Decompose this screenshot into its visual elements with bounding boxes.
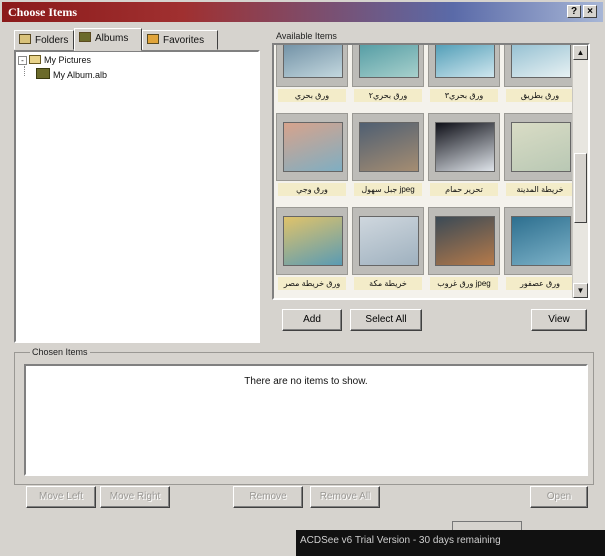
tab-albums[interactable]: Albums bbox=[74, 28, 142, 51]
tab-favorites-label: Favorites bbox=[163, 35, 205, 46]
thumbnail-item[interactable]: ورق وجي bbox=[276, 113, 348, 196]
help-button[interactable]: ? bbox=[567, 5, 581, 18]
album-tree[interactable]: - My Pictures My Album.alb bbox=[14, 50, 260, 343]
thumbnail-image bbox=[435, 122, 495, 172]
thumbnail-item[interactable]: ورق بحري۲ bbox=[352, 45, 424, 102]
scroll-down-button[interactable]: ▼ bbox=[573, 283, 588, 298]
thumbnail-frame bbox=[352, 45, 424, 87]
tree-item-my-pictures[interactable]: - My Pictures bbox=[18, 55, 91, 67]
remove-button[interactable]: Remove bbox=[233, 486, 303, 508]
thumbnail-caption: تحرير حمام bbox=[430, 183, 498, 196]
thumbnail-image bbox=[511, 45, 571, 78]
thumbnail-image bbox=[511, 216, 571, 266]
folder-icon bbox=[29, 55, 41, 64]
add-button[interactable]: Add bbox=[282, 309, 342, 331]
available-items-label: Available Items bbox=[276, 31, 337, 41]
thumbnail-image bbox=[359, 216, 419, 266]
empty-message: There are no items to show. bbox=[244, 376, 368, 387]
thumbnail-caption: ورق غروب jpeg bbox=[430, 277, 498, 290]
thumbnail-image bbox=[359, 45, 419, 78]
thumbnail-item[interactable]: خريطة المدينة bbox=[504, 113, 576, 196]
open-button[interactable]: Open bbox=[530, 486, 588, 508]
thumbnail-caption: جبل سهول jpeg bbox=[354, 183, 422, 196]
select-all-button[interactable]: Select All bbox=[350, 309, 422, 331]
thumbnail-frame bbox=[504, 113, 576, 181]
move-right-button[interactable]: Move Right bbox=[100, 486, 170, 508]
thumbnail-image bbox=[511, 122, 571, 172]
close-button[interactable]: × bbox=[583, 5, 597, 18]
thumbnail-caption: ورق بحري bbox=[278, 89, 346, 102]
thumbnail-image bbox=[435, 216, 495, 266]
tab-folders[interactable]: Folders bbox=[14, 30, 74, 50]
thumbnail-caption: ورق خريطة مصر bbox=[278, 277, 346, 290]
thumbnail-item[interactable]: تحرير حمام bbox=[428, 113, 500, 196]
remove-all-button[interactable]: Remove All bbox=[310, 486, 380, 508]
album-icon bbox=[36, 68, 50, 79]
thumbnail-caption: ورق عصفور bbox=[506, 277, 574, 290]
thumbnail-caption: ورق وجي bbox=[278, 183, 346, 196]
thumbnail-caption: ورق بطريق bbox=[506, 89, 574, 102]
thumbnail-frame bbox=[352, 113, 424, 181]
album-icon bbox=[79, 32, 91, 42]
vertical-scrollbar[interactable]: ▲ ▼ bbox=[572, 45, 588, 298]
thumbnail-caption: خريطة مكة bbox=[354, 277, 422, 290]
thumbnail-frame bbox=[276, 45, 348, 87]
thumbnail-frame bbox=[276, 207, 348, 275]
tree-connector bbox=[24, 66, 25, 76]
thumbnail-item[interactable]: ورق بحري bbox=[276, 45, 348, 102]
move-left-button[interactable]: Move Left bbox=[26, 486, 96, 508]
thumbnail-image bbox=[283, 122, 343, 172]
thumbnail-item[interactable]: خريطة مكة bbox=[352, 207, 424, 290]
thumbnail-item[interactable]: ورق خريطة مصر bbox=[276, 207, 348, 290]
scroll-up-button[interactable]: ▲ bbox=[573, 45, 588, 60]
thumbnail-image bbox=[359, 122, 419, 172]
thumbnail-image bbox=[283, 216, 343, 266]
thumbnail-item[interactable]: ورق غروب jpeg bbox=[428, 207, 500, 290]
collapse-icon[interactable]: - bbox=[18, 56, 27, 65]
thumbnail-item[interactable]: ورق بحري۳ bbox=[428, 45, 500, 102]
thumbnail-caption: ورق بحري۳ bbox=[430, 89, 498, 102]
thumbnail-frame bbox=[504, 207, 576, 275]
tab-folders-label: Folders bbox=[35, 35, 69, 46]
thumbnail-image bbox=[283, 45, 343, 78]
thumbnail-image bbox=[435, 45, 495, 78]
status-bar: ACDSee v6 Trial Version - 30 days remain… bbox=[296, 530, 605, 556]
thumbnail-item[interactable]: ورق بطريق bbox=[504, 45, 576, 102]
title-bar: Choose Items ? × bbox=[2, 2, 603, 22]
thumbnail-item[interactable]: ورق عصفور bbox=[504, 207, 576, 290]
thumbnail-item[interactable]: جبل سهول jpeg bbox=[352, 113, 424, 196]
tree-item-label: My Album.alb bbox=[53, 70, 108, 80]
window-title: Choose Items bbox=[8, 5, 77, 19]
thumbnail-frame bbox=[504, 45, 576, 87]
thumbnail-frame bbox=[276, 113, 348, 181]
available-items-grid[interactable]: ورق بحري ورق بحري۲ ورق بحري۳ ورق بطريق ورق و… bbox=[272, 43, 590, 300]
favorites-icon bbox=[147, 34, 159, 44]
thumbnail-frame bbox=[428, 207, 500, 275]
view-button[interactable]: View bbox=[531, 309, 587, 331]
status-text: ACDSee v6 Trial Version - 30 days remain… bbox=[300, 535, 501, 546]
choose-items-dialog: Choose Items ? × Folders Albums Favorite… bbox=[0, 0, 605, 556]
chosen-items-list[interactable]: There are no items to show. bbox=[24, 364, 588, 476]
thumbnail-caption: ورق بحري۲ bbox=[354, 89, 422, 102]
tab-favorites[interactable]: Favorites bbox=[142, 30, 218, 50]
thumbnail-frame bbox=[428, 113, 500, 181]
tree-item-my-album[interactable]: My Album.alb bbox=[36, 68, 107, 80]
thumbnail-frame bbox=[352, 207, 424, 275]
thumbnail-frame bbox=[428, 45, 500, 87]
folder-icon bbox=[19, 34, 31, 44]
tab-albums-label: Albums bbox=[95, 33, 129, 44]
scroll-thumb[interactable] bbox=[574, 153, 587, 223]
chosen-items-label: Chosen Items bbox=[30, 347, 90, 357]
thumbnail-caption: خريطة المدينة bbox=[506, 183, 574, 196]
tree-item-label: My Pictures bbox=[44, 55, 92, 65]
